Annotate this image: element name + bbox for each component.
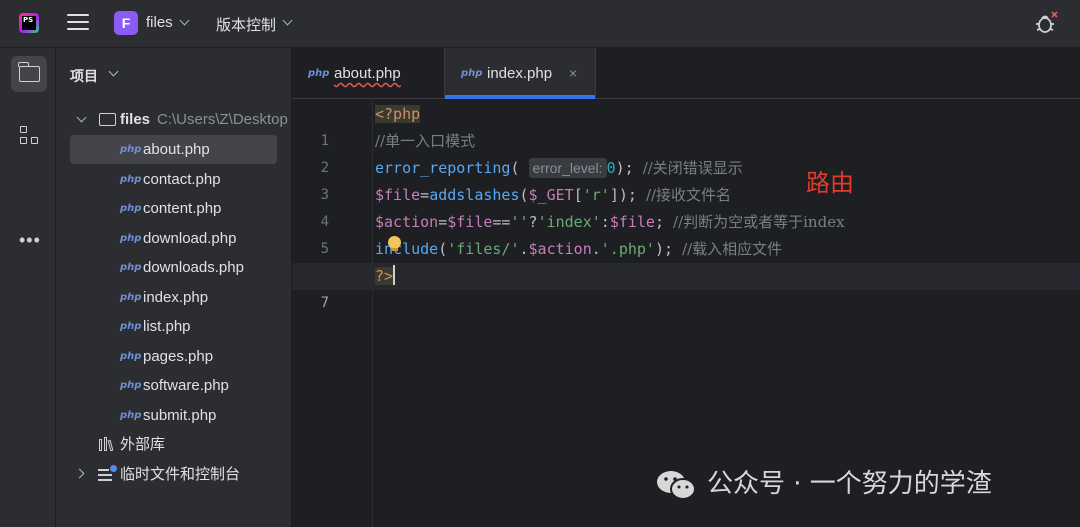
code-line[interactable]: 1 <?php	[292, 101, 1080, 149]
php-file-icon: php	[120, 203, 142, 214]
tree-item-file[interactable]: php content.php	[70, 194, 277, 223]
scratches-icon	[98, 465, 117, 482]
code-line[interactable]: 3 error_reporting( error_level: 0); //关闭错…	[292, 155, 1080, 203]
chevron-down-icon[interactable]	[282, 15, 293, 26]
project-panel: 项目 files C:\Users\Z\Desktop php about.php…	[56, 48, 292, 527]
root-folder-path: C:\Users\Z\Desktop	[157, 111, 288, 128]
tree-item-label: about.php	[143, 141, 210, 158]
php-file-icon: php	[308, 68, 330, 79]
folder-icon	[18, 62, 40, 82]
text-caret	[393, 265, 396, 285]
root-folder-name: files	[120, 111, 151, 128]
watermark-text: 公众号 · 一个努力的学渣	[707, 469, 992, 499]
tab-label: about.php	[334, 65, 401, 82]
php-file-icon: php	[120, 232, 142, 244]
chevron-down-icon[interactable]	[76, 112, 87, 123]
tool-window-strip: •••	[0, 48, 56, 527]
tree-item-scratches[interactable]: 临时文件和控制台	[70, 460, 277, 489]
project-badge[interactable]: F	[114, 11, 138, 35]
vcs-dropdown[interactable]: 版本控制	[216, 14, 276, 35]
panel-title[interactable]: 项目	[70, 66, 98, 86]
tree-item-file[interactable]: php list.php	[70, 312, 277, 341]
tree-item-file[interactable]: php about.php	[70, 135, 277, 164]
php-file-icon: php	[120, 409, 142, 421]
tree-item-file[interactable]: php downloads.php	[70, 253, 277, 282]
tree-item-label: index.php	[143, 288, 209, 306]
title-bar: PS F files 版本控制	[0, 0, 1080, 48]
folder-icon	[99, 113, 116, 126]
wechat-icon	[657, 471, 696, 500]
tab-index-php[interactable]: php index.php ×	[444, 48, 596, 99]
chevron-down-icon[interactable]	[179, 15, 190, 26]
project-tool-button[interactable]	[11, 56, 47, 92]
project-name-dropdown[interactable]: files	[146, 14, 173, 31]
chevron-down-icon[interactable]	[108, 66, 119, 77]
php-file-icon: php	[120, 262, 142, 273]
code-line[interactable]: 6 include('files/'.$action.'.php'); //载入…	[292, 236, 1080, 284]
tree-item-label: submit.php	[143, 406, 217, 424]
php-file-icon: php	[120, 144, 142, 155]
close-icon[interactable]: ×	[569, 48, 577, 99]
tab-label: index.php	[487, 65, 553, 82]
php-file-icon: php	[120, 291, 142, 303]
php-file-icon: php	[120, 350, 142, 362]
tree-item-label: 临时文件和控制台	[120, 466, 241, 483]
code-line[interactable]: 2 //单一入口模式	[292, 128, 1080, 176]
tree-item-file[interactable]: php pages.php	[70, 342, 277, 371]
code-line[interactable]: 5 $action=$file==''?'index':$file; //判断为…	[292, 209, 1080, 257]
line-number: 7	[320, 295, 329, 311]
tree-item-label: 外部库	[120, 436, 166, 453]
code-line-current[interactable]: 7 ?>	[292, 263, 1080, 311]
tree-root-files[interactable]: files C:\Users\Z\Desktop	[70, 105, 288, 134]
inlay-hint: error_level:	[528, 158, 607, 178]
tab-about-php[interactable]: php about.php	[292, 48, 442, 99]
structure-icon	[20, 126, 27, 133]
debug-bug-icon[interactable]	[1033, 10, 1059, 36]
tree-item-file[interactable]: php submit.php	[70, 401, 277, 430]
tree-item-label: pages.php	[143, 347, 214, 365]
tree-item-label: list.php	[143, 318, 191, 335]
annotation-route: 路由	[806, 169, 854, 197]
code-editor[interactable]: 1 <?php 2 //单一入口模式 3 error_reporting( er…	[292, 99, 1080, 527]
tree-item-label: download.php	[143, 229, 237, 247]
tree-item-label: contact.php	[143, 170, 221, 188]
tree-item-file[interactable]: php download.php	[70, 224, 277, 253]
main-menu-icon[interactable]	[67, 14, 89, 32]
php-file-icon: php	[120, 173, 142, 185]
intention-bulb-icon[interactable]	[388, 236, 401, 251]
php-file-icon: php	[461, 68, 483, 79]
tree-item-external-libraries[interactable]: 外部库	[70, 430, 277, 459]
tree-item-label: software.php	[143, 377, 229, 394]
php-file-icon: php	[120, 380, 142, 391]
code-line[interactable]: 4 $file=addslashes($_GET['r']); //接收文件名	[292, 182, 1080, 230]
chevron-right-icon[interactable]	[74, 468, 85, 479]
more-tools-icon[interactable]: •••	[19, 230, 41, 251]
tree-item-file[interactable]: php software.php	[70, 371, 277, 400]
tree-item-label: content.php	[143, 200, 222, 217]
editor-tab-bar: php about.php php index.php ×	[292, 48, 1080, 99]
tree-item-file[interactable]: php contact.php	[70, 165, 277, 194]
library-icon	[99, 437, 115, 452]
php-file-icon: php	[120, 321, 142, 332]
structure-tool-button[interactable]	[11, 118, 47, 154]
tree-item-label: downloads.php	[143, 259, 244, 276]
tree-item-file[interactable]: php index.php	[70, 283, 277, 312]
phpstorm-logo-icon[interactable]: PS	[19, 13, 39, 33]
